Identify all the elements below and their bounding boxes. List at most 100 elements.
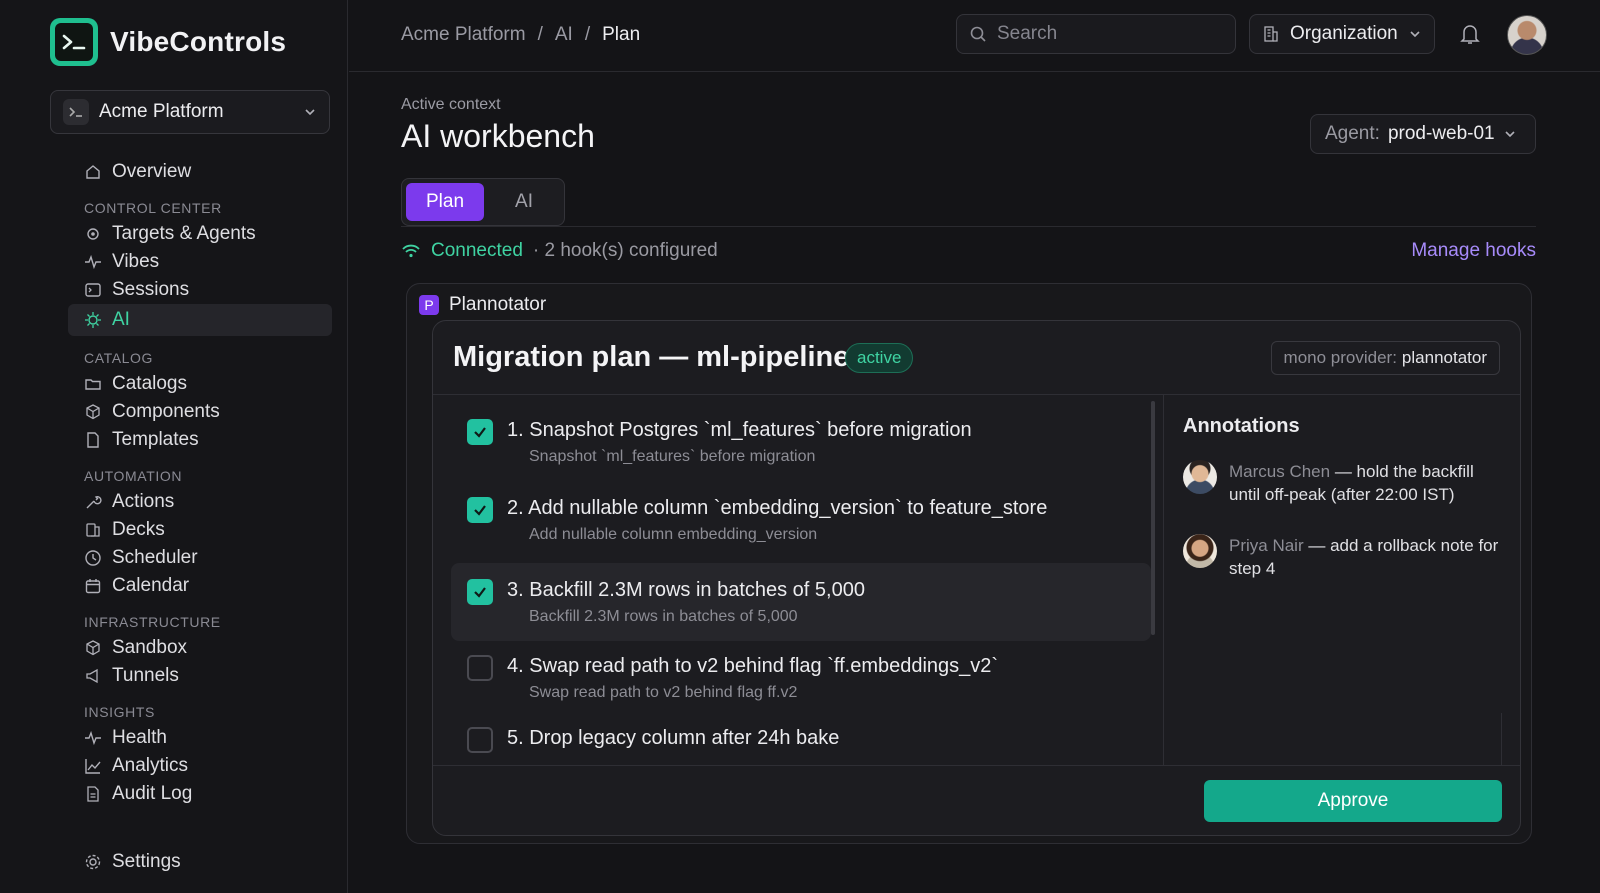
section-catalog: CATALOG xyxy=(84,350,154,366)
chevron-down-icon xyxy=(303,105,317,119)
step-title: 5. Drop legacy column after 24h bake xyxy=(507,727,840,749)
plannotator-header: P Plannotator xyxy=(419,294,546,316)
document-icon xyxy=(84,785,102,803)
sidebar-item-label: Health xyxy=(112,727,167,748)
search-box[interactable] xyxy=(956,14,1236,54)
workspace-selector[interactable]: Acme Platform xyxy=(50,90,330,134)
plan-footer: Approve xyxy=(433,765,1520,835)
status-connected: Connected xyxy=(431,240,523,261)
approve-button[interactable]: Approve xyxy=(1204,780,1502,822)
brand[interactable]: VibeControls xyxy=(50,18,286,66)
step-checkbox-unchecked[interactable] xyxy=(467,727,493,753)
tab-ai[interactable]: AI xyxy=(492,183,556,221)
sidebar-item-sandbox[interactable]: Sandbox xyxy=(68,634,332,662)
plan-step[interactable]: 1. Snapshot Postgres `ml_features` befor… xyxy=(451,395,1151,473)
sidebar-item-actions[interactable]: Actions xyxy=(68,488,332,516)
organization-selector[interactable]: Organization xyxy=(1249,14,1435,54)
sidebar-item-catalogs[interactable]: Catalogs xyxy=(68,370,332,398)
sidebar-item-tunnels[interactable]: Tunnels xyxy=(68,662,332,690)
sidebar-item-label: Sandbox xyxy=(112,637,188,658)
section-control-center: CONTROL CENTER xyxy=(84,200,222,216)
file-icon xyxy=(84,431,102,449)
steps-scrollbar[interactable] xyxy=(1151,401,1155,635)
sidebar-item-calendar[interactable]: Calendar xyxy=(68,572,332,600)
sparkle-gear-icon xyxy=(84,311,102,329)
context-eyebrow: Active context xyxy=(401,96,501,113)
cube-icon xyxy=(84,403,102,421)
user-avatar[interactable] xyxy=(1507,15,1547,55)
notifications-bell-icon[interactable] xyxy=(1459,22,1481,46)
sidebar-item-ai[interactable]: AI xyxy=(68,304,332,336)
sidebar-item-components[interactable]: Components xyxy=(68,398,332,426)
home-icon xyxy=(84,163,102,181)
sidebar-item-label: Catalogs xyxy=(112,373,187,394)
sidebar-item-health[interactable]: Health xyxy=(68,724,332,752)
annotations-panel: Annotations Marcus Chen — hold the backf… xyxy=(1183,415,1503,608)
box-icon xyxy=(84,639,102,657)
sidebar-item-analytics[interactable]: Analytics xyxy=(68,752,332,780)
step-checkbox-checked[interactable] xyxy=(467,497,493,523)
manage-hooks-link[interactable]: Manage hooks xyxy=(1411,240,1536,262)
main-content: Active context AI workbench Agent: prod-… xyxy=(401,96,1536,261)
sidebar-item-vibes[interactable]: Vibes xyxy=(68,248,332,276)
sidebar-item-templates[interactable]: Templates xyxy=(68,426,332,454)
sidebar-item-sessions[interactable]: Sessions xyxy=(68,276,332,304)
plan-steps: 1. Snapshot Postgres `ml_features` befor… xyxy=(451,395,1151,765)
step-subtitle: Add nullable column embedding_version xyxy=(529,526,818,543)
search-input[interactable] xyxy=(997,23,1217,45)
breadcrumb-separator: / xyxy=(537,24,543,45)
sidebar-item-label: Actions xyxy=(112,491,175,512)
plan-step-selected[interactable]: 3. Backfill 2.3M rows in batches of 5,00… xyxy=(451,563,1151,641)
sidebar-item-label: Templates xyxy=(112,429,199,450)
terminal-icon xyxy=(63,99,89,125)
gear-icon xyxy=(84,853,102,871)
sidebar-item-label: Scheduler xyxy=(112,547,198,568)
sidebar-item-label: Calendar xyxy=(112,575,190,596)
sidebar: VibeControls Acme Platform Overview CONT… xyxy=(0,0,348,893)
section-infrastructure: INFRASTRUCTURE xyxy=(84,614,221,630)
step-checkbox-unchecked[interactable] xyxy=(467,655,493,681)
step-checkbox-checked[interactable] xyxy=(467,579,493,605)
step-checkbox-checked[interactable] xyxy=(467,419,493,445)
plan-header: Migration plan — ml-pipeline active mono… xyxy=(433,321,1520,395)
divider xyxy=(1163,395,1164,765)
tab-plan[interactable]: Plan xyxy=(406,183,484,221)
breadcrumb-current: Plan xyxy=(602,24,641,45)
workbench-tabs: Plan AI xyxy=(401,178,565,226)
annotations-title: Annotations xyxy=(1183,415,1300,437)
sidebar-item-overview[interactable]: Overview xyxy=(68,158,332,186)
pulse-icon xyxy=(84,253,102,271)
plan-card: Migration plan — ml-pipeline active mono… xyxy=(432,320,1521,836)
sidebar-item-label: Targets & Agents xyxy=(112,223,256,244)
annotation-author: Marcus Chen xyxy=(1229,462,1331,481)
chevron-down-icon xyxy=(1503,127,1517,141)
breadcrumb-item[interactable]: AI xyxy=(555,24,573,46)
sidebar-item-decks[interactable]: Decks xyxy=(68,516,332,544)
divider xyxy=(1501,713,1502,765)
sidebar-item-targets-agents[interactable]: Targets & Agents xyxy=(68,220,332,248)
plan-step[interactable]: 2. Add nullable column `embedding_versio… xyxy=(451,473,1151,551)
step-subtitle: Swap read path to v2 behind flag ff.v2 xyxy=(529,684,798,701)
building-icon xyxy=(1262,25,1280,43)
breadcrumb-item[interactable]: Acme Platform xyxy=(401,24,526,46)
breadcrumb: Acme Platform / AI / Plan xyxy=(401,24,640,46)
step-subtitle: Snapshot `ml_features` before migration xyxy=(529,448,816,465)
provider-value: plannotator xyxy=(1401,348,1487,367)
agent-selector[interactable]: Agent: prod-web-01 xyxy=(1310,114,1536,154)
breadcrumb-separator: / xyxy=(584,24,591,45)
sidebar-nav: Overview CONTROL CENTER Targets & Agents… xyxy=(68,158,332,808)
step-title: 4. Swap read path to v2 behind flag `ff.… xyxy=(507,655,999,677)
wrench-icon xyxy=(84,493,102,511)
avatar xyxy=(1183,460,1217,494)
pulse-icon xyxy=(84,729,102,747)
sidebar-item-scheduler[interactable]: Scheduler xyxy=(68,544,332,572)
agent-prefix: Agent: xyxy=(1325,123,1380,144)
avatar xyxy=(1183,534,1217,568)
sidebar-item-label: AI xyxy=(112,309,130,330)
annotation-item: Priya Nair — add a rollback note for ste… xyxy=(1183,534,1503,580)
sidebar-item-settings[interactable]: Settings xyxy=(68,848,332,876)
step-title: 1. Snapshot Postgres `ml_features` befor… xyxy=(507,419,972,441)
sidebar-item-audit-log[interactable]: Audit Log xyxy=(68,780,332,808)
plan-step[interactable]: 5. Drop legacy column after 24h bake xyxy=(451,719,1151,765)
plan-step[interactable]: 4. Swap read path to v2 behind flag `ff.… xyxy=(451,641,1151,719)
